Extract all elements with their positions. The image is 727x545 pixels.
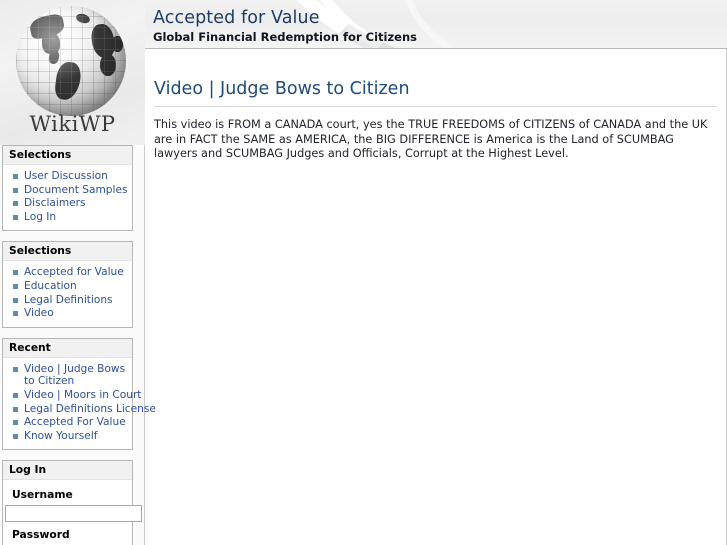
bullet-square-icon (13, 420, 18, 426)
sidebar-box-title: Selections (3, 146, 132, 165)
logo-wordmark: WikiWP (29, 112, 116, 136)
bullet-square-icon (13, 214, 18, 220)
sidebar-item-recent-moors-in-court[interactable]: Video | Moors in Court (12, 389, 141, 402)
sidebar-item-education[interactable]: Education (12, 280, 132, 293)
sidebar-item-recent-legal-definitions-license[interactable]: Legal Definitions License (12, 403, 156, 416)
bullet-square-icon (13, 283, 18, 289)
site-title: Accepted for Value (153, 8, 320, 28)
bullet-square-icon (13, 174, 18, 179)
main-content-panel: Video | Judge Bows to Citizen This video… (144, 49, 727, 545)
bullet-square-icon (13, 392, 18, 398)
bullet-square-icon (13, 297, 18, 303)
sidebar-list-selections-secondary: Accepted for Value Education Legal Defin… (3, 266, 132, 319)
sidebar-item-legal-definitions[interactable]: Legal Definitions (12, 294, 132, 307)
sidebar-item-log-in[interactable]: Log In (12, 211, 132, 224)
bullet-square-icon (13, 201, 18, 207)
sidebar-item-label: Legal Definitions License (24, 402, 156, 415)
login-box-title: Log In (3, 461, 132, 481)
sidebar-item-label: Video (24, 307, 54, 320)
sidebar-item-label: Know Yourself (24, 429, 98, 442)
sidebar-item-label: Accepted For Value (24, 416, 126, 429)
sidebar-item-disclaimers[interactable]: Disclaimers (12, 197, 132, 210)
sidebar-box-recent: Recent Video | Judge Bows to Citizen Vid… (2, 337, 156, 451)
title-divider (154, 106, 717, 107)
sidebar-box-title: Selections (3, 242, 132, 262)
sidebar-item-recent-accepted-for-value[interactable]: Accepted For Value (12, 416, 132, 429)
bullet-square-icon (13, 433, 18, 439)
bullet-square-icon (13, 311, 18, 317)
sidebar-item-label: Document Samples (24, 183, 128, 196)
bullet-square-icon (13, 406, 18, 412)
bullet-square-icon (13, 187, 18, 193)
header-swoosh-decoration (381, 0, 727, 48)
site-branding: Accepted for Value Global Financial Rede… (153, 8, 417, 44)
sidebar-box-title: Recent (3, 338, 132, 358)
article-body-text: This video is FROM a CANADA court, yes t… (154, 118, 708, 161)
sidebar-box-selections-primary: Selections User Discussion Document Samp… (2, 145, 133, 232)
sidebar-item-label: User Discussion (24, 170, 108, 182)
site-logo[interactable]: WikiWP (0, 0, 145, 145)
sidebar-item-label: Log In (24, 210, 57, 223)
username-label: Username (12, 488, 73, 502)
sidebar-item-label: Video | Moors in Court (24, 388, 142, 401)
bullet-square-icon (13, 366, 18, 372)
site-tagline: Global Financial Redemption for Citizens (153, 30, 417, 44)
sidebar-item-video[interactable]: Video (12, 307, 132, 320)
sidebar-item-label: Legal Definitions (24, 293, 113, 306)
bullet-square-icon (13, 270, 18, 276)
page-root: Accepted for Value Global Financial Rede… (0, 0, 727, 545)
password-label: Password (12, 528, 70, 542)
sidebar-item-label: Education (24, 279, 77, 292)
sidebar-item-document-samples[interactable]: Document Samples (12, 184, 132, 197)
username-input[interactable] (5, 505, 142, 523)
sidebar-item-recent-judge-bows[interactable]: Video | Judge Bows to Citizen (12, 363, 132, 388)
sidebar-item-label: Accepted for Value (24, 266, 124, 279)
page-title: Video | Judge Bows to Citizen (154, 79, 410, 99)
sidebar-list-recent: Video | Judge Bows to Citizen Video | Mo… (3, 363, 156, 443)
sidebar-item-accepted-for-value[interactable]: Accepted for Value (12, 266, 132, 279)
sidebar-item-recent-know-yourself[interactable]: Know Yourself (12, 430, 132, 443)
sidebar-item-label: Disclaimers (24, 197, 86, 210)
sidebar: Selections User Discussion Document Samp… (0, 145, 156, 545)
sidebar-item-user-discussion[interactable]: User Discussion (12, 170, 132, 183)
globe-puzzle-icon (16, 6, 126, 116)
sidebar-item-label: Video | Judge Bows to Citizen (24, 362, 126, 388)
sidebar-box-selections-secondary: Selections Accepted for Value Education … (2, 241, 133, 328)
sidebar-list-selections-primary: User Discussion Document Samples Disclai… (3, 170, 132, 223)
sidebar-box-login: Log In Username Password Remember Me (2, 460, 142, 545)
